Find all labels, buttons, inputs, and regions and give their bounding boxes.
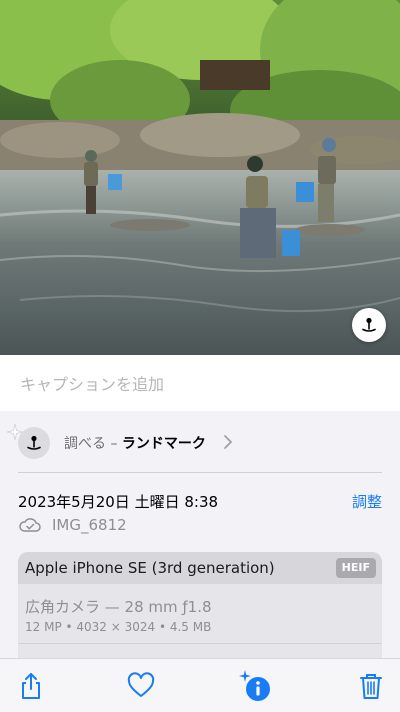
- camera-card-header: Apple iPhone SE (3rd generation) HEIF: [18, 552, 382, 584]
- lens-info: 広角カメラ — 28 mm ƒ1.8: [25, 598, 212, 616]
- photo-datetime: 2023年5月20日 土曜日 8:38: [18, 493, 219, 511]
- chevron-right-icon: [224, 435, 232, 449]
- image-specs: 12 MP • 4032 × 3024 • 4.5 MB: [25, 620, 212, 634]
- caption-area: [0, 355, 400, 411]
- landmark-icon-circle: [18, 427, 50, 459]
- caption-input[interactable]: [18, 369, 382, 399]
- photo-view[interactable]: [0, 0, 400, 355]
- file-name: IMG_6812: [52, 516, 127, 534]
- format-badge: HEIF: [335, 558, 376, 578]
- lookup-label: 調べる – ランドマーク: [64, 436, 206, 452]
- river-photo: [0, 0, 400, 355]
- landmark-icon: [362, 317, 376, 332]
- visual-lookup-row[interactable]: 調べる – ランドマーク: [0, 423, 400, 463]
- trash-icon[interactable]: [356, 671, 386, 701]
- bottom-toolbar: [0, 658, 400, 712]
- divider: [18, 472, 382, 473]
- card-divider: [18, 643, 382, 644]
- info-sparkle-icon[interactable]: [238, 669, 272, 703]
- adjust-button[interactable]: 調整: [352, 491, 382, 512]
- icloud-synced-icon: [19, 518, 41, 532]
- device-name: Apple iPhone SE (3rd generation): [25, 559, 275, 577]
- info-panel: 調べる – ランドマーク 2023年5月20日 土曜日 8:38 調整 IMG_…: [0, 411, 400, 682]
- landmark-icon: [27, 435, 41, 450]
- lookup-value: ランドマーク: [121, 436, 206, 452]
- visual-lookup-button[interactable]: [352, 308, 386, 342]
- share-icon[interactable]: [16, 671, 46, 701]
- heart-icon[interactable]: [126, 671, 156, 701]
